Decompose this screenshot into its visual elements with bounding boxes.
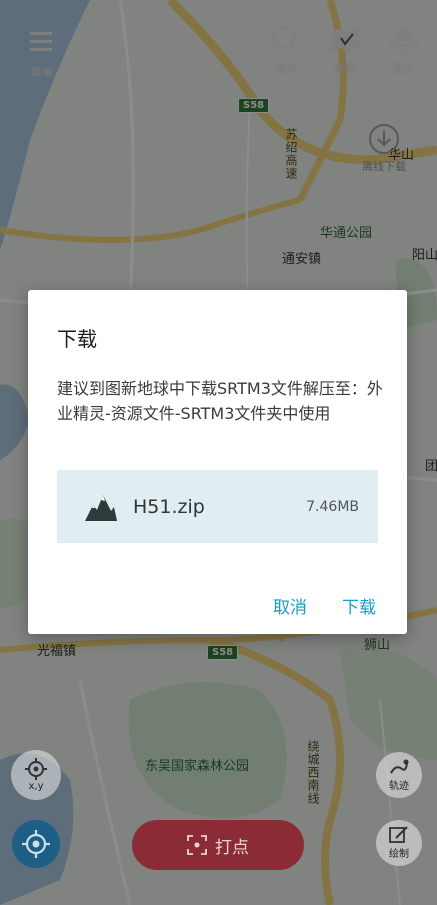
download-button[interactable]: 下载 bbox=[342, 593, 376, 618]
track-icon bbox=[390, 759, 409, 774]
crosshair-icon bbox=[25, 758, 47, 780]
location-target-icon bbox=[22, 830, 50, 858]
draw-label: 绘制 bbox=[389, 849, 409, 860]
dialog-message: 建议到图新地球中下载SRTM3文件解压至：外业精灵-资源文件-SRTM3文件夹中… bbox=[57, 379, 383, 423]
draw-button[interactable]: 绘制 bbox=[376, 820, 422, 866]
coordinate-button[interactable]: x,y bbox=[11, 750, 61, 800]
add-point-label: 打点 bbox=[215, 837, 249, 858]
add-point-button[interactable]: 打点 bbox=[132, 820, 304, 870]
dialog-title: 下载 bbox=[57, 327, 97, 351]
file-name: H51.zip bbox=[133, 495, 205, 518]
mountain-icon bbox=[85, 494, 117, 521]
download-dialog: 下载 建议到图新地球中下载SRTM3文件解压至：外业精灵-资源文件-SRTM3文… bbox=[28, 290, 407, 634]
track-button[interactable]: 轨迹 bbox=[376, 752, 422, 798]
coordinate-label: x,y bbox=[28, 781, 44, 792]
file-size: 7.46MB bbox=[306, 498, 359, 515]
focus-frame-icon bbox=[187, 835, 207, 855]
track-label: 轨迹 bbox=[389, 781, 409, 792]
file-item[interactable]: H51.zip 7.46MB bbox=[57, 470, 378, 543]
locate-me-button[interactable] bbox=[12, 820, 60, 868]
draw-icon bbox=[389, 826, 408, 843]
cancel-button[interactable]: 取消 bbox=[273, 593, 307, 618]
